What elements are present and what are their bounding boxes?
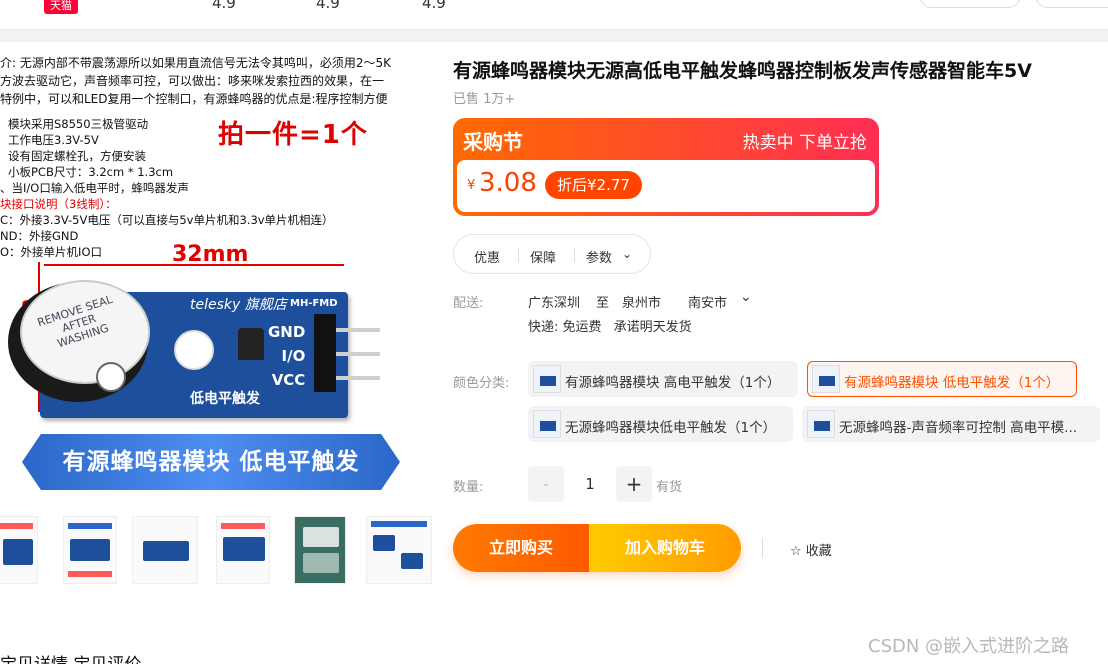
section-divider (0, 30, 1108, 42)
option-label: 无源蜂鸣器-声音频率可控制 高电平模... (839, 420, 1078, 436)
option-thumbnail (812, 365, 840, 393)
quantity-label: 数量: (453, 480, 484, 495)
desc-line: 特例中，可以和LED复用一个控制口，有源蜂鸣器的优点是:程序控制方便 (0, 92, 388, 106)
spec-line: 块接口说明（3线制）： (0, 197, 117, 211)
quantity-increase-button[interactable]: + (616, 466, 652, 502)
color-label: 颜色分类: (453, 376, 510, 391)
desc-line: 方波去驱动它，声音频率可控，可以做出：哆来咪发索拉西的效果，在一 (0, 74, 385, 88)
spec-line: C：外接3.3V-5V电压（可以直接与5v单片机和3.3v单片机相连） (0, 213, 334, 227)
rating-score: 4.9 (316, 0, 340, 12)
shipping-label: 配送: (453, 296, 484, 311)
pin (336, 376, 380, 380)
thumbnail[interactable] (0, 516, 38, 584)
stock-status: 有货 (656, 480, 683, 495)
express-fee: 快递: 免运费 (528, 320, 602, 335)
add-to-cart-button[interactable]: 加入购物车 (589, 524, 741, 572)
pin-io-label: I/O (281, 347, 306, 365)
product-title: 有源蜂鸣器模块无源高低电平触发蜂鸣器控制板发声传感器智能车5V (453, 60, 1032, 82)
buy-now-button[interactable]: 立即购买 (453, 524, 589, 572)
thumbnail[interactable] (216, 516, 270, 584)
dimension-line (44, 264, 344, 266)
spec-line: O：外接单片机IO口 (0, 245, 102, 259)
pin (336, 328, 380, 332)
tab-params[interactable]: 参数 (586, 247, 612, 266)
tmall-badge: 天猫 (44, 0, 78, 14)
option-label: 有源蜂鸣器模块 高电平触发（1个） (565, 375, 781, 391)
spec-line: 、当I/O口输入低电平时，蜂鸣器发声 (0, 181, 189, 195)
color-option[interactable]: 无源蜂鸣器-声音频率可控制 高电平模... (802, 406, 1100, 442)
thumbnail[interactable] (132, 516, 198, 584)
option-thumbnail (807, 410, 835, 438)
sold-count: 已售 1万+ (453, 92, 516, 107)
watermark: CSDN @嵌入式进阶之路 (868, 636, 1070, 657)
detail-tabs[interactable]: 宝贝详情 宝贝评价 (0, 650, 141, 664)
color-option[interactable]: 有源蜂鸣器模块 高电平触发（1个） (528, 361, 798, 397)
pin-header (314, 314, 336, 392)
ship-district[interactable]: 南安市 (688, 292, 727, 311)
thumbnail[interactable] (294, 516, 346, 584)
spec-line: ND：外接GND (0, 229, 79, 243)
tab-guarantee[interactable]: 保障 (530, 247, 556, 266)
pin-vcc-label: VCC (271, 371, 306, 389)
festival-label: 采购节 (463, 130, 523, 154)
ship-to-word: 至 (596, 296, 610, 311)
ship-from: 广东深圳 (528, 296, 581, 311)
rating-score: 4.9 (422, 0, 446, 12)
chevron-down-icon[interactable]: ⌄ (622, 247, 632, 261)
promo-text: 拍一件=1个 (218, 120, 368, 150)
transistor (238, 328, 264, 360)
currency-symbol: ¥ (467, 178, 476, 193)
pcb-model: MH-FMD (290, 298, 338, 309)
pcb-brand: telesky 旗舰店 (190, 297, 287, 313)
discount-price-badge: 折后¥2.77 (545, 171, 642, 199)
quantity-input[interactable]: 1 (566, 466, 614, 502)
image-description: 介: 无源内部不带震荡源所以如果用直流信号无法令其鸣叫，必须用2～5K 方波去驱… (0, 54, 430, 108)
purchase-buttons: 立即购买 加入购物车 (453, 524, 741, 572)
color-option[interactable]: 无源蜂鸣器模块低电平触发（1个） (528, 406, 793, 442)
pin (336, 352, 380, 356)
main-product-image[interactable]: 介: 无源内部不带震荡源所以如果用直流信号无法令其鸣叫，必须用2～5K 方波去驱… (0, 42, 430, 504)
chevron-down-icon[interactable]: ⌄ (740, 289, 752, 305)
delivery-promise: 承诺明天发货 (613, 320, 692, 335)
thumbnail[interactable] (366, 516, 432, 584)
option-thumbnail (533, 410, 561, 438)
favorite-button[interactable]: ☆ 收藏 (790, 540, 832, 559)
quantity-decrease-button[interactable]: - (528, 466, 564, 502)
price-box: 采购节 热卖中 下单立抢 ¥ 3.08 折后¥2.77 (453, 118, 879, 216)
separator (762, 538, 763, 558)
price-value: 3.08 (479, 168, 537, 198)
separator (574, 248, 575, 262)
rating-score: 4.9 (212, 0, 236, 12)
hot-sale-label: 热卖中 下单立抢 (742, 133, 867, 153)
spec-line: 小板PCB尺寸：3.2cm * 1.3cm (8, 165, 174, 179)
pin-gnd-label: GND (268, 323, 306, 341)
color-option-selected[interactable]: 有源蜂鸣器模块 低电平触发（1个） (807, 361, 1077, 397)
mount-hole (174, 330, 214, 370)
pin-labels: GND I/O VCC (268, 320, 305, 392)
top-pill-button[interactable] (920, 0, 1020, 8)
option-label: 无源蜂鸣器模块低电平触发（1个） (565, 420, 777, 436)
option-label: 有源蜂鸣器模块 低电平触发（1个） (844, 375, 1060, 391)
price-inner: ¥ 3.08 折后¥2.77 (457, 160, 875, 212)
top-strip: 天猫 4.9 4.9 4.9 (0, 0, 1108, 30)
buzzer-hole (96, 362, 126, 392)
thumbnail-strip (0, 516, 432, 586)
thumbnail[interactable] (63, 516, 117, 584)
service-tabs: 优惠 保障 参数 ⌄ (453, 234, 651, 274)
separator (518, 248, 519, 262)
option-thumbnail (533, 365, 561, 393)
pcb-trigger-label: 低电平触发 (190, 391, 260, 407)
tab-discount[interactable]: 优惠 (474, 247, 500, 266)
top-pill-button[interactable] (1036, 0, 1108, 8)
desc-line: 介: 无源内部不带震荡源所以如果用直流信号无法令其鸣叫，必须用2～5K (0, 56, 391, 70)
ship-city[interactable]: 泉州市 (622, 292, 661, 311)
image-banner: 有源蜂鸣器模块 低电平触发 (22, 434, 400, 490)
shipping-info: 快递: 免运费 承诺明天发货 (528, 316, 692, 335)
